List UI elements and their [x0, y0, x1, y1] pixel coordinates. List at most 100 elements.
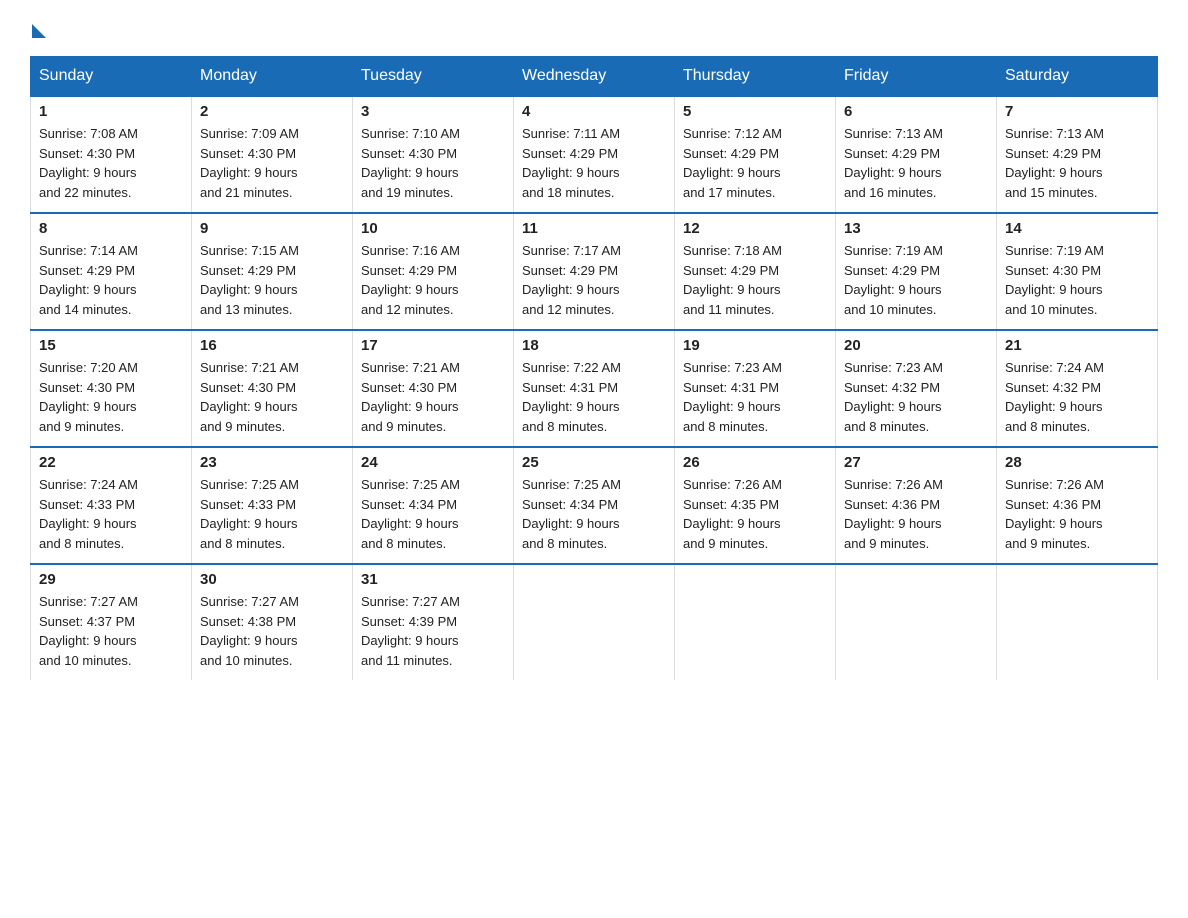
day-info: Sunrise: 7:19 AM Sunset: 4:29 PM Dayligh…	[844, 241, 988, 319]
day-number: 22	[39, 454, 183, 471]
calendar-cell: 16 Sunrise: 7:21 AM Sunset: 4:30 PM Dayl…	[192, 330, 353, 447]
day-info: Sunrise: 7:09 AM Sunset: 4:30 PM Dayligh…	[200, 124, 344, 202]
day-number: 7	[1005, 103, 1149, 120]
day-info: Sunrise: 7:13 AM Sunset: 4:29 PM Dayligh…	[844, 124, 988, 202]
day-info: Sunrise: 7:16 AM Sunset: 4:29 PM Dayligh…	[361, 241, 505, 319]
calendar-cell	[997, 564, 1158, 680]
calendar-cell: 31 Sunrise: 7:27 AM Sunset: 4:39 PM Dayl…	[353, 564, 514, 680]
day-number: 27	[844, 454, 988, 471]
calendar-cell: 2 Sunrise: 7:09 AM Sunset: 4:30 PM Dayli…	[192, 96, 353, 213]
day-number: 16	[200, 337, 344, 354]
day-info: Sunrise: 7:27 AM Sunset: 4:37 PM Dayligh…	[39, 592, 183, 670]
calendar-cell: 10 Sunrise: 7:16 AM Sunset: 4:29 PM Dayl…	[353, 213, 514, 330]
logo-arrow-icon	[32, 24, 46, 38]
day-number: 29	[39, 571, 183, 588]
calendar-cell: 25 Sunrise: 7:25 AM Sunset: 4:34 PM Dayl…	[514, 447, 675, 564]
day-info: Sunrise: 7:24 AM Sunset: 4:33 PM Dayligh…	[39, 475, 183, 553]
calendar-cell	[675, 564, 836, 680]
day-info: Sunrise: 7:10 AM Sunset: 4:30 PM Dayligh…	[361, 124, 505, 202]
day-info: Sunrise: 7:19 AM Sunset: 4:30 PM Dayligh…	[1005, 241, 1149, 319]
calendar-cell: 9 Sunrise: 7:15 AM Sunset: 4:29 PM Dayli…	[192, 213, 353, 330]
day-number: 9	[200, 220, 344, 237]
calendar-week-row: 29 Sunrise: 7:27 AM Sunset: 4:37 PM Dayl…	[31, 564, 1158, 680]
calendar-cell	[514, 564, 675, 680]
weekday-header-monday: Monday	[192, 57, 353, 97]
day-number: 18	[522, 337, 666, 354]
day-info: Sunrise: 7:25 AM Sunset: 4:34 PM Dayligh…	[522, 475, 666, 553]
day-number: 19	[683, 337, 827, 354]
day-info: Sunrise: 7:23 AM Sunset: 4:31 PM Dayligh…	[683, 358, 827, 436]
day-number: 1	[39, 103, 183, 120]
calendar-cell: 14 Sunrise: 7:19 AM Sunset: 4:30 PM Dayl…	[997, 213, 1158, 330]
day-info: Sunrise: 7:25 AM Sunset: 4:34 PM Dayligh…	[361, 475, 505, 553]
day-number: 8	[39, 220, 183, 237]
day-number: 12	[683, 220, 827, 237]
calendar-cell: 26 Sunrise: 7:26 AM Sunset: 4:35 PM Dayl…	[675, 447, 836, 564]
day-info: Sunrise: 7:18 AM Sunset: 4:29 PM Dayligh…	[683, 241, 827, 319]
weekday-header-tuesday: Tuesday	[353, 57, 514, 97]
calendar-cell: 12 Sunrise: 7:18 AM Sunset: 4:29 PM Dayl…	[675, 213, 836, 330]
day-info: Sunrise: 7:21 AM Sunset: 4:30 PM Dayligh…	[200, 358, 344, 436]
calendar-cell: 27 Sunrise: 7:26 AM Sunset: 4:36 PM Dayl…	[836, 447, 997, 564]
calendar-week-row: 8 Sunrise: 7:14 AM Sunset: 4:29 PM Dayli…	[31, 213, 1158, 330]
day-number: 13	[844, 220, 988, 237]
calendar-cell	[836, 564, 997, 680]
day-number: 11	[522, 220, 666, 237]
calendar-week-row: 15 Sunrise: 7:20 AM Sunset: 4:30 PM Dayl…	[31, 330, 1158, 447]
calendar-cell: 29 Sunrise: 7:27 AM Sunset: 4:37 PM Dayl…	[31, 564, 192, 680]
weekday-header-thursday: Thursday	[675, 57, 836, 97]
day-info: Sunrise: 7:11 AM Sunset: 4:29 PM Dayligh…	[522, 124, 666, 202]
calendar-cell: 28 Sunrise: 7:26 AM Sunset: 4:36 PM Dayl…	[997, 447, 1158, 564]
day-number: 26	[683, 454, 827, 471]
day-number: 20	[844, 337, 988, 354]
day-number: 24	[361, 454, 505, 471]
day-info: Sunrise: 7:26 AM Sunset: 4:35 PM Dayligh…	[683, 475, 827, 553]
weekday-header-sunday: Sunday	[31, 57, 192, 97]
day-number: 21	[1005, 337, 1149, 354]
weekday-header-wednesday: Wednesday	[514, 57, 675, 97]
calendar-cell: 17 Sunrise: 7:21 AM Sunset: 4:30 PM Dayl…	[353, 330, 514, 447]
day-number: 31	[361, 571, 505, 588]
day-info: Sunrise: 7:25 AM Sunset: 4:33 PM Dayligh…	[200, 475, 344, 553]
calendar-cell: 13 Sunrise: 7:19 AM Sunset: 4:29 PM Dayl…	[836, 213, 997, 330]
day-info: Sunrise: 7:14 AM Sunset: 4:29 PM Dayligh…	[39, 241, 183, 319]
day-info: Sunrise: 7:13 AM Sunset: 4:29 PM Dayligh…	[1005, 124, 1149, 202]
calendar-cell: 22 Sunrise: 7:24 AM Sunset: 4:33 PM Dayl…	[31, 447, 192, 564]
calendar-week-row: 1 Sunrise: 7:08 AM Sunset: 4:30 PM Dayli…	[31, 96, 1158, 213]
calendar-cell: 11 Sunrise: 7:17 AM Sunset: 4:29 PM Dayl…	[514, 213, 675, 330]
day-info: Sunrise: 7:08 AM Sunset: 4:30 PM Dayligh…	[39, 124, 183, 202]
calendar-table: SundayMondayTuesdayWednesdayThursdayFrid…	[30, 56, 1158, 680]
day-info: Sunrise: 7:26 AM Sunset: 4:36 PM Dayligh…	[844, 475, 988, 553]
calendar-cell: 24 Sunrise: 7:25 AM Sunset: 4:34 PM Dayl…	[353, 447, 514, 564]
day-info: Sunrise: 7:17 AM Sunset: 4:29 PM Dayligh…	[522, 241, 666, 319]
calendar-cell: 21 Sunrise: 7:24 AM Sunset: 4:32 PM Dayl…	[997, 330, 1158, 447]
calendar-week-row: 22 Sunrise: 7:24 AM Sunset: 4:33 PM Dayl…	[31, 447, 1158, 564]
day-number: 28	[1005, 454, 1149, 471]
calendar-cell: 1 Sunrise: 7:08 AM Sunset: 4:30 PM Dayli…	[31, 96, 192, 213]
logo	[30, 20, 46, 38]
day-info: Sunrise: 7:27 AM Sunset: 4:39 PM Dayligh…	[361, 592, 505, 670]
day-number: 2	[200, 103, 344, 120]
calendar-cell: 23 Sunrise: 7:25 AM Sunset: 4:33 PM Dayl…	[192, 447, 353, 564]
day-number: 4	[522, 103, 666, 120]
calendar-cell: 7 Sunrise: 7:13 AM Sunset: 4:29 PM Dayli…	[997, 96, 1158, 213]
day-info: Sunrise: 7:27 AM Sunset: 4:38 PM Dayligh…	[200, 592, 344, 670]
day-number: 23	[200, 454, 344, 471]
day-number: 17	[361, 337, 505, 354]
day-info: Sunrise: 7:12 AM Sunset: 4:29 PM Dayligh…	[683, 124, 827, 202]
day-number: 30	[200, 571, 344, 588]
day-number: 5	[683, 103, 827, 120]
calendar-cell: 15 Sunrise: 7:20 AM Sunset: 4:30 PM Dayl…	[31, 330, 192, 447]
day-info: Sunrise: 7:24 AM Sunset: 4:32 PM Dayligh…	[1005, 358, 1149, 436]
calendar-cell: 30 Sunrise: 7:27 AM Sunset: 4:38 PM Dayl…	[192, 564, 353, 680]
weekday-header-row: SundayMondayTuesdayWednesdayThursdayFrid…	[31, 57, 1158, 97]
weekday-header-saturday: Saturday	[997, 57, 1158, 97]
calendar-cell: 19 Sunrise: 7:23 AM Sunset: 4:31 PM Dayl…	[675, 330, 836, 447]
day-info: Sunrise: 7:22 AM Sunset: 4:31 PM Dayligh…	[522, 358, 666, 436]
day-number: 3	[361, 103, 505, 120]
day-info: Sunrise: 7:15 AM Sunset: 4:29 PM Dayligh…	[200, 241, 344, 319]
calendar-cell: 20 Sunrise: 7:23 AM Sunset: 4:32 PM Dayl…	[836, 330, 997, 447]
day-number: 10	[361, 220, 505, 237]
page-header	[30, 20, 1158, 38]
day-number: 15	[39, 337, 183, 354]
